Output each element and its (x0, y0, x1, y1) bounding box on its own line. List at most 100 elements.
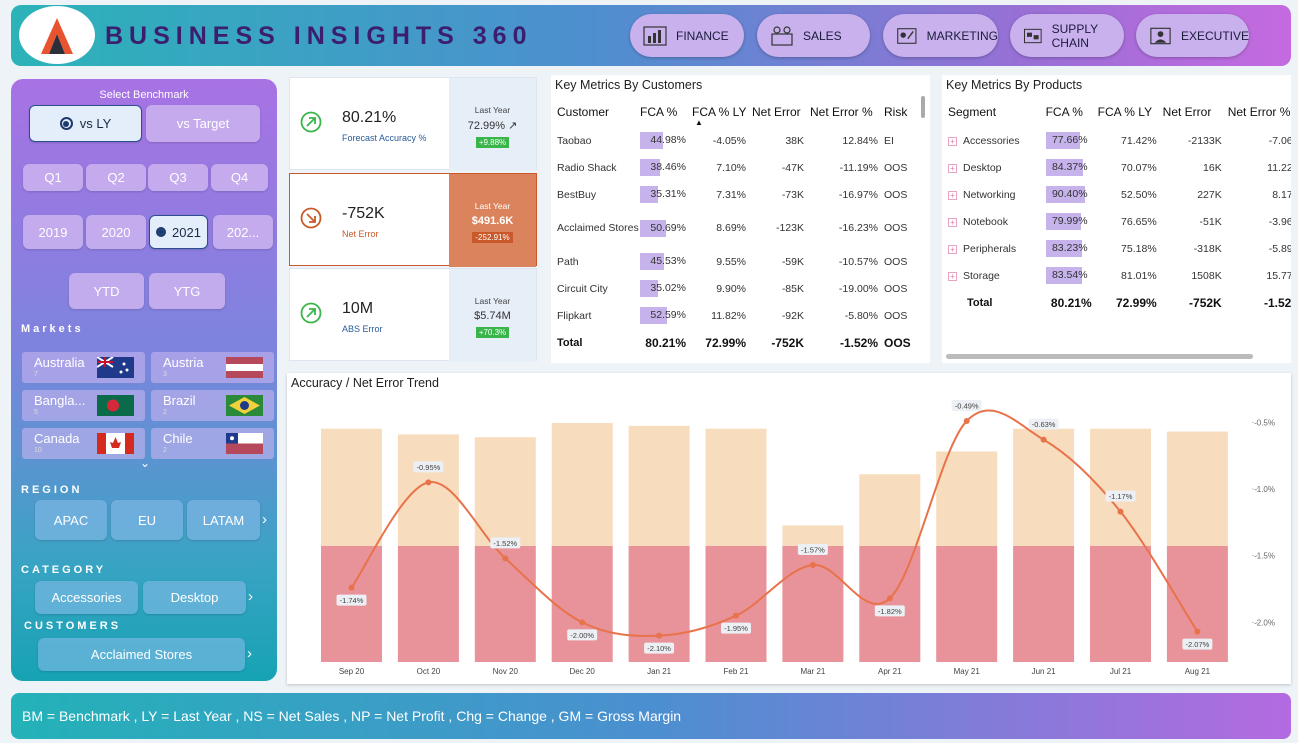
region-latam-button[interactable]: LATAM (187, 500, 260, 540)
risk-cell: OOS (884, 282, 908, 295)
nav-finance-button[interactable]: FINANCE (630, 14, 744, 57)
table-row[interactable]: + Desktop 84.37% 70.07% 16K 11.22% (948, 154, 1291, 181)
markets-label: Markets (21, 323, 84, 335)
customers-label: CUSTOMERS (24, 620, 122, 632)
chevron-right-icon[interactable]: › (248, 588, 253, 605)
region-label-text: APAC (53, 512, 89, 528)
year-2021-button[interactable]: 2021 (149, 215, 208, 249)
quarter-q1-button[interactable]: Q1 (23, 164, 83, 191)
market-name: Bangla... (34, 393, 86, 408)
benchmark-vs-target-button[interactable]: vs Target (146, 105, 260, 142)
nav-finance-label: FINANCE (676, 28, 729, 43)
ytd-button[interactable]: YTD (69, 273, 144, 309)
column-header[interactable]: FCA % LY (1098, 97, 1163, 127)
table-row[interactable]: + Notebook 79.99% 76.65% -51K -3.96% (948, 208, 1291, 235)
table-row[interactable]: Taobao 44.98% -4.05% 38K 12.84% EI (557, 127, 919, 154)
horizontal-scrollbar[interactable] (946, 354, 1253, 359)
column-header-sorted[interactable]: FCA % LY ▲ (692, 97, 752, 127)
region-apac-button[interactable]: APAC (35, 500, 107, 540)
fca-cell: 90.40% (1045, 181, 1098, 208)
chevron-down-icon[interactable]: ⌄ (140, 456, 150, 470)
market-bangladesh-tile[interactable]: Bangla... 5 (22, 390, 145, 421)
table-total-row: Total 80.21% 72.99% -752K -1.52% OOS (557, 329, 919, 356)
market-name: Canada (34, 431, 80, 446)
nav-marketing-button[interactable]: MARKETING (883, 14, 998, 57)
kpi-label: ABS Error (342, 324, 383, 334)
table-row[interactable]: Path 45.53% 9.55% -59K -10.57% OOS (557, 248, 919, 275)
quarter-q2-button[interactable]: Q2 (86, 164, 146, 191)
column-header[interactable]: FCA % (1046, 97, 1098, 127)
column-header[interactable]: Net Error % (1228, 97, 1291, 127)
chevron-right-icon[interactable]: › (262, 511, 267, 528)
segment-cell: + Desktop (948, 154, 1046, 181)
table-row[interactable]: + Peripherals 83.23% 75.18% -318K -5.89% (948, 235, 1291, 262)
category-accessories-button[interactable]: Accessories (35, 581, 138, 614)
segment-name: Accessories (963, 134, 1020, 147)
net-error-point (1117, 508, 1124, 515)
table-row[interactable]: Flipkart 52.59% 11.82% -92K -5.80% OOS (557, 302, 919, 329)
year-2020-button[interactable]: 2020 (86, 215, 146, 249)
net-error-point (733, 612, 739, 619)
market-chile-tile[interactable]: Chile 2 (151, 428, 274, 459)
column-header[interactable]: Segment (948, 97, 1046, 127)
market-canada-tile[interactable]: Canada 10 (22, 428, 145, 459)
ytg-button[interactable]: YTG (149, 273, 225, 309)
net-error-cell: -92K (781, 309, 804, 322)
accuracy-bar (782, 525, 844, 546)
fca-cell: 38.46% (640, 154, 692, 181)
trend-chart-svg: -0.5%-1.0%-1.5%-2.0%Sep 20 Oct 20 Nov 20 De… (321, 400, 1275, 676)
x-tick-label: Jun 21 (1032, 667, 1057, 676)
kpi-ly-value: $491.6K (471, 215, 514, 227)
expand-plus-icon[interactable]: + (948, 217, 957, 227)
nav-sales-button[interactable]: SALES (757, 14, 870, 57)
market-brazil-tile[interactable]: Brazil 2 (151, 390, 274, 421)
chevron-right-icon[interactable]: › (247, 645, 252, 662)
table-row[interactable]: BestBuy 35.31% 7.31% -73K -16.97% OOS (557, 181, 919, 208)
column-header[interactable]: Net Error (1163, 97, 1228, 127)
accuracy-bar (321, 428, 382, 546)
table-row[interactable]: Circuit City 35.02% 9.90% -85K -19.00% OOS (557, 275, 919, 302)
data-label: -1.95% (724, 624, 748, 633)
quarter-q3-button[interactable]: Q3 (148, 164, 208, 191)
expand-plus-icon[interactable]: + (948, 163, 957, 173)
table-row[interactable]: + Accessories 77.66% 71.42% -2133K -7.06% (948, 127, 1291, 154)
data-label: -1.82% (878, 607, 902, 616)
quarter-q4-button[interactable]: Q4 (211, 164, 268, 191)
year-2019-button[interactable]: 2019 (23, 215, 83, 249)
nav-executive-button[interactable]: EXECUTIVE (1136, 14, 1249, 57)
column-header[interactable]: Net Error % (810, 97, 884, 127)
net-error-cell: 1508K (1191, 269, 1222, 282)
category-desktop-button[interactable]: Desktop (143, 581, 246, 614)
region-eu-button[interactable]: EU (111, 500, 183, 540)
table-row[interactable]: Acclaimed Stores 50.69% 8.69% -123K -16.23% O… (557, 208, 919, 248)
region-label: REGION (21, 484, 83, 496)
column-header[interactable]: Customer (557, 97, 640, 127)
filter-sidebar: Select Benchmark vs LY vs Target Q1 Q2 Q… (11, 79, 277, 681)
segment-cell: + Storage (948, 262, 1046, 289)
company-logo (19, 6, 95, 64)
column-header[interactable]: FCA % (640, 97, 692, 127)
column-header[interactable]: Net Error (752, 97, 810, 127)
net-error-cell: -51K (1199, 215, 1222, 228)
table-row[interactable]: + Networking 90.40% 52.50% 227K 8.17% (948, 181, 1291, 208)
fca-value: 38.46% (650, 161, 686, 173)
fca-ly-cell: 52.50% (1121, 188, 1157, 201)
expand-plus-icon[interactable]: + (948, 136, 957, 146)
kpi-change-badge: +70.3% (475, 327, 510, 338)
data-label: -1.74% (340, 596, 364, 605)
vertical-scrollbar[interactable] (921, 96, 925, 118)
expand-plus-icon[interactable]: + (948, 190, 957, 200)
expand-plus-icon[interactable]: + (948, 244, 957, 254)
market-australia-tile[interactable]: Australia 7 (22, 352, 145, 383)
x-tick-label: Feb 21 (724, 667, 749, 676)
year-2022-button[interactable]: 202... (213, 215, 273, 249)
customer-acclaimed-stores-button[interactable]: Acclaimed Stores (38, 638, 245, 671)
nav-supply-chain-button[interactable]: SUPPLY CHAIN (1010, 14, 1124, 57)
column-header[interactable]: Risk (884, 97, 919, 127)
benchmark-vs-ly-button[interactable]: vs LY (29, 105, 142, 142)
fca-cell: 79.99% (1045, 208, 1098, 235)
market-austria-tile[interactable]: Austria 3 (151, 352, 274, 383)
table-row[interactable]: Radio Shack 38.46% 7.10% -47K -11.19% OOS (557, 154, 919, 181)
table-row[interactable]: + Storage 83.54% 81.01% 1508K 15.77% (948, 262, 1291, 289)
expand-plus-icon[interactable]: + (948, 271, 957, 281)
